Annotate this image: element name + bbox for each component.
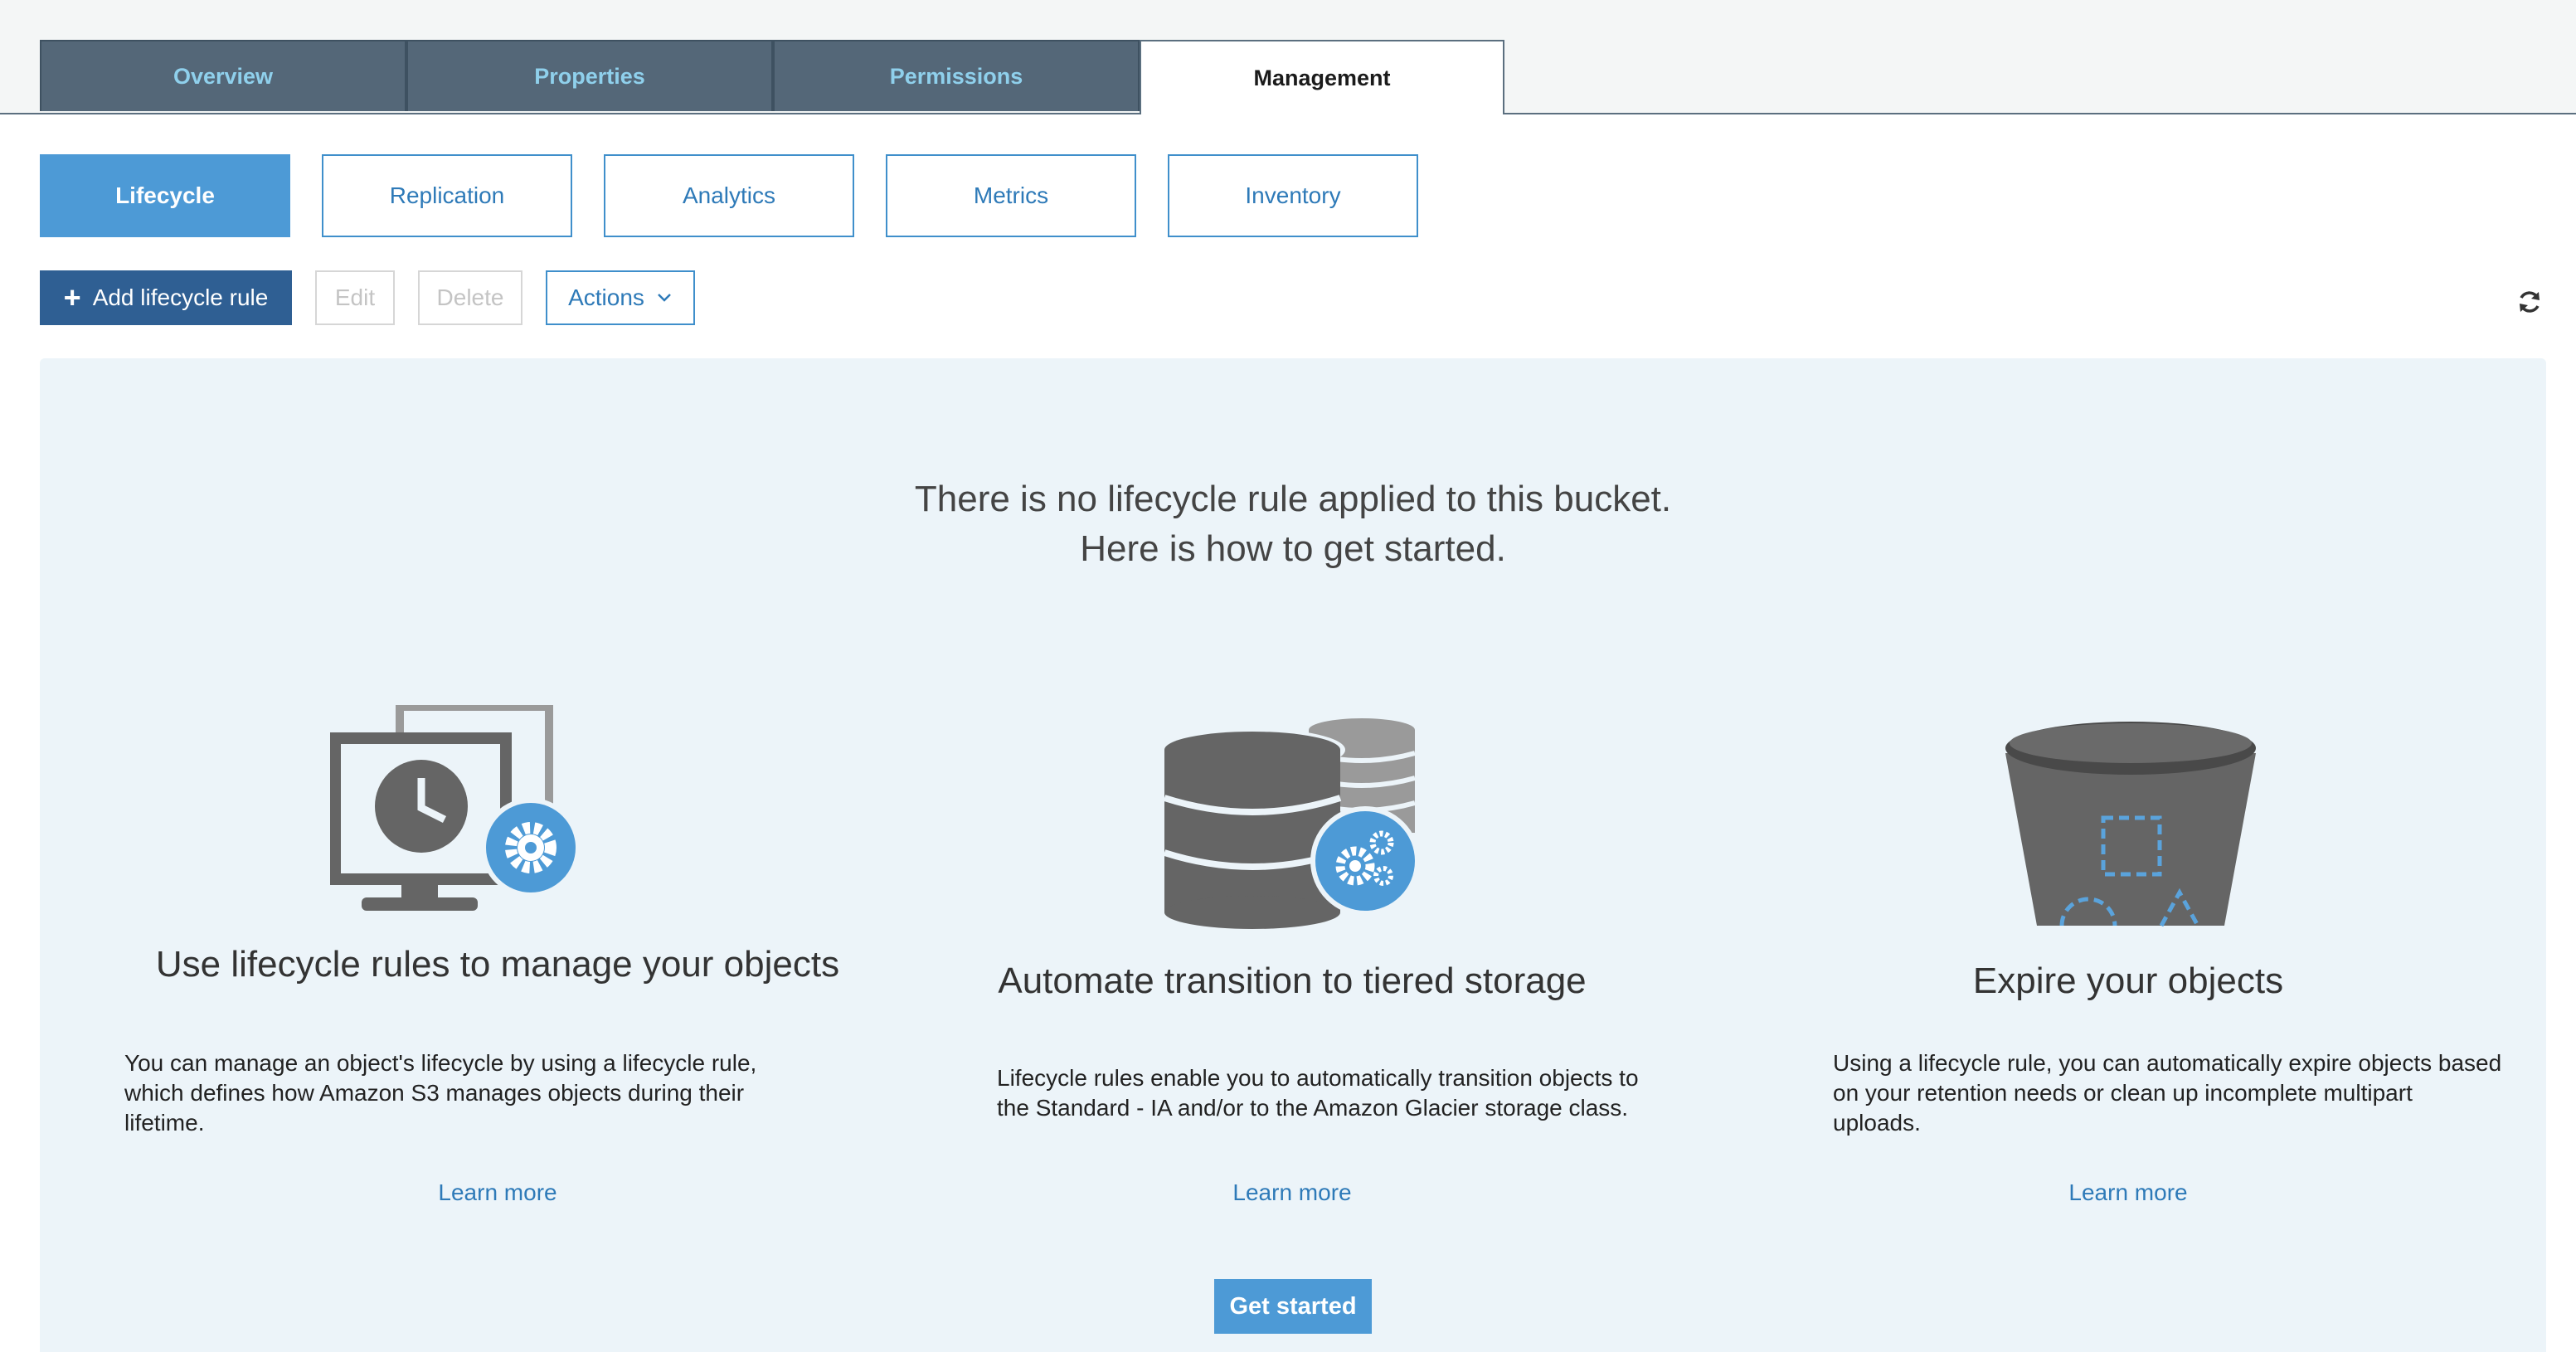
card-description: You can manage an object's lifecycle by … [124,1050,757,1136]
chevron-down-icon [658,294,671,302]
card-title: Expire your objects [1972,961,2284,1001]
tab-permissions[interactable]: Permissions [773,40,1140,111]
add-lifecycle-rule-label: Add lifecycle rule [92,285,269,310]
tab-properties[interactable]: Properties [406,40,773,111]
actions-label: Actions [568,285,644,310]
plus-icon: + [63,280,81,314]
refresh-icon[interactable] [2516,289,2543,315]
subtab-inventory[interactable]: Inventory [1168,154,1418,237]
delete-button[interactable]: Delete [418,270,522,325]
bucket-objects-icon [2005,722,2256,927]
database-gears-icon [1163,718,1420,929]
learn-more-link[interactable]: Learn more [1755,1179,2501,1206]
monitor-clock-gear-icon [330,705,581,911]
subtab-metrics[interactable]: Metrics [886,154,1136,237]
card-description: Lifecycle rules enable you to automatica… [997,1065,1639,1121]
empty-state-panel: There is no lifecycle rule applied to th… [40,358,2546,1352]
card-expire-objects: Expire your objects Using a lifecycle ru… [1755,358,2501,1271]
subtab-analytics[interactable]: Analytics [604,154,854,237]
tab-strip: Overview Properties Permissions Manageme… [0,0,2576,114]
subtab-replication[interactable]: Replication [322,154,572,237]
learn-more-link[interactable]: Learn more [124,1179,871,1206]
tab-management[interactable]: Management [1140,40,1504,114]
get-started-button[interactable]: Get started [1214,1279,1372,1334]
edit-button[interactable]: Edit [315,270,395,325]
card-title: Use lifecycle rules to manage your objec… [155,944,840,985]
card-title: Automate transition to tiered storage [998,961,1587,1001]
actions-dropdown[interactable]: Actions [546,270,695,325]
learn-more-link[interactable]: Learn more [919,1179,1665,1206]
add-lifecycle-rule-button[interactable]: + Add lifecycle rule [40,270,292,325]
tab-overview[interactable]: Overview [40,40,406,111]
card-tiered-storage: Automate transition to tiered storage Li… [919,358,1665,1271]
card-manage-lifecycle: Use lifecycle rules to manage your objec… [124,358,871,1271]
card-description: Using a lifecycle rule, you can automati… [1833,1050,2502,1136]
subtab-lifecycle[interactable]: Lifecycle [40,154,290,237]
